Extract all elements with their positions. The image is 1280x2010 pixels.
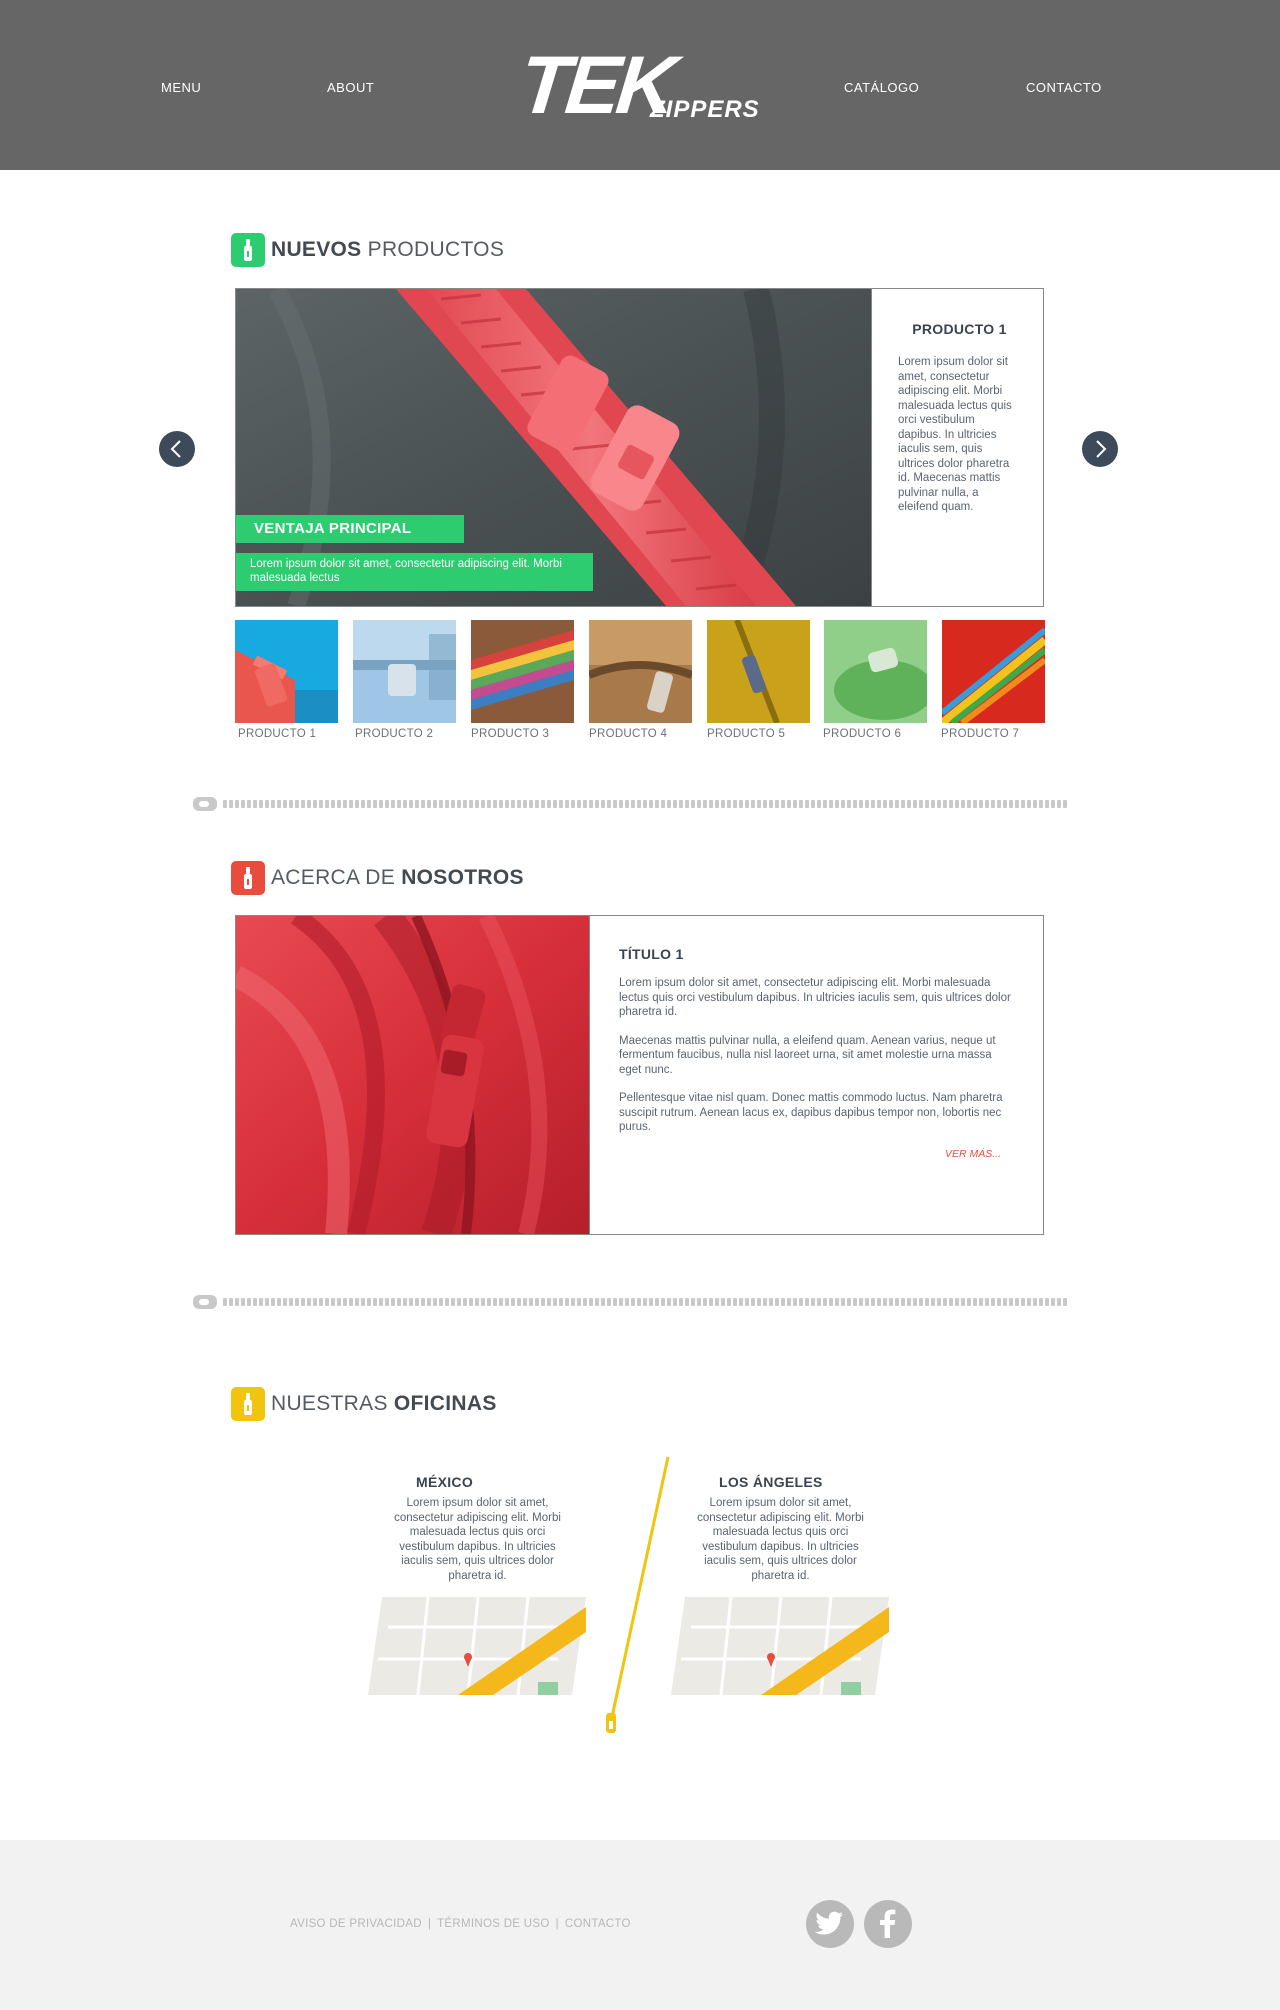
facebook-button[interactable] [864, 1900, 912, 1948]
twitter-button[interactable] [806, 1900, 854, 1948]
slider-product-info: PRODUCTO 1 Lorem ipsum dolor sit amet, c… [871, 289, 1043, 606]
product-thumb-6[interactable] [824, 620, 927, 723]
product-thumb-label: PRODUCTO 4 [589, 728, 668, 740]
ver-mas-link[interactable]: VER MÁS... [945, 1148, 1001, 1160]
product-thumb-4[interactable] [589, 620, 692, 723]
product-description: Lorem ipsum dolor sit amet, consectetur … [898, 356, 1012, 513]
twitter-icon [814, 1911, 844, 1935]
about-title: TÍTULO 1 [619, 946, 684, 962]
product-thumb-3[interactable] [471, 620, 574, 723]
about-box: TÍTULO 1 Lorem ipsum dolor sit amet, con… [235, 915, 1044, 1235]
site-footer [0, 1840, 1280, 2010]
product-thumb-1[interactable] [235, 620, 338, 723]
site-header: MENU ABOUT TEK ZIPPERS CATÁLOGO CONTACTO [0, 0, 1280, 170]
zipper-pull-icon [231, 861, 265, 895]
office-name-mexico: MÉXICO [416, 1474, 474, 1490]
about-paragraph: Maecenas mattis pulvinar nulla, a eleife… [619, 1034, 996, 1076]
product-thumb-label: PRODUCTO 2 [355, 728, 434, 740]
product-title: PRODUCTO 1 [912, 321, 1007, 337]
product-thumb-label: PRODUCTO 6 [823, 728, 902, 740]
nuevos-productos-heading: NUEVOS PRODUCTOS [231, 233, 504, 267]
office-desc-mexico: Lorem ipsum dolor sit amet, consectetur … [394, 1497, 561, 1582]
nav-catalogo[interactable]: CATÁLOGO [844, 80, 919, 95]
product-thumb-7[interactable] [942, 620, 1045, 723]
nav-about[interactable]: ABOUT [327, 80, 374, 95]
footer-links: AVISO DE PRIVACIDAD | TÉRMINOS DE USO | CONT… [290, 1918, 631, 1930]
zipper-pull-icon [231, 1387, 265, 1421]
product-thumb-2[interactable] [353, 620, 456, 723]
section-title: ACERCA DE NOSOTROS [271, 866, 524, 889]
office-map-los-angeles[interactable] [671, 1597, 889, 1695]
footer-contact-link[interactable]: CONTACTO [565, 1918, 631, 1930]
product-slider: VENTAJA PRINCIPAL Lorem ipsum dolor sit … [235, 288, 1044, 607]
office-name-los-angeles: LOS ÁNGELES [719, 1474, 823, 1490]
footer-separator: | [555, 1918, 559, 1930]
nav-contacto[interactable]: CONTACTO [1026, 80, 1102, 95]
slider-prev-button[interactable] [159, 431, 195, 467]
slider-next-button[interactable] [1082, 431, 1118, 467]
about-content: TÍTULO 1 Lorem ipsum dolor sit amet, con… [589, 916, 1043, 1234]
facebook-icon [880, 1909, 896, 1938]
ventaja-principal-desc: Lorem ipsum dolor sit amet, consectetur … [236, 553, 593, 591]
footer-privacy-link[interactable]: AVISO DE PRIVACIDAD [290, 1918, 422, 1930]
zipper-divider [193, 1295, 1067, 1309]
slider-image-red-zipper: VENTAJA PRINCIPAL Lorem ipsum dolor sit … [236, 289, 871, 606]
about-image-red-jacket [236, 916, 589, 1234]
product-thumb-label: PRODUCTO 3 [471, 728, 550, 740]
office-desc-los-angeles: Lorem ipsum dolor sit amet, consectetur … [697, 1497, 864, 1582]
zipper-divider [193, 797, 1067, 811]
tek-zippers-logo[interactable]: TEK ZIPPERS [515, 40, 760, 131]
footer-separator: | [427, 1918, 432, 1930]
ventaja-principal-label: VENTAJA PRINCIPAL [236, 515, 464, 543]
chevron-left-icon [170, 440, 181, 458]
office-zipper-line [606, 1456, 670, 1733]
logo-sub-text: ZIPPERS [650, 96, 760, 123]
nuestras-oficinas-heading: NUESTRAS OFICINAS [231, 1387, 497, 1421]
section-title: NUEVOS PRODUCTOS [271, 238, 505, 261]
about-paragraph: Lorem ipsum dolor sit amet, consectetur … [619, 977, 1011, 1018]
product-thumb-label: PRODUCTO 5 [707, 728, 786, 740]
product-thumb-label: PRODUCTO 1 [238, 728, 317, 740]
office-map-mexico[interactable] [368, 1597, 586, 1695]
nav-menu[interactable]: MENU [161, 80, 201, 95]
acerca-de-nosotros-heading: ACERCA DE NOSOTROS [231, 861, 524, 895]
zipper-pull-icon [231, 233, 265, 267]
product-thumb-label: PRODUCTO 7 [941, 728, 1020, 740]
section-title: NUESTRAS OFICINAS [271, 1392, 497, 1415]
chevron-right-icon [1096, 440, 1107, 458]
about-paragraph: Pellentesque vitae nisl quam. Donec matt… [619, 1092, 1003, 1133]
footer-terms-link[interactable]: TÉRMINOS DE USO [437, 1918, 549, 1930]
product-thumb-5[interactable] [707, 620, 810, 723]
